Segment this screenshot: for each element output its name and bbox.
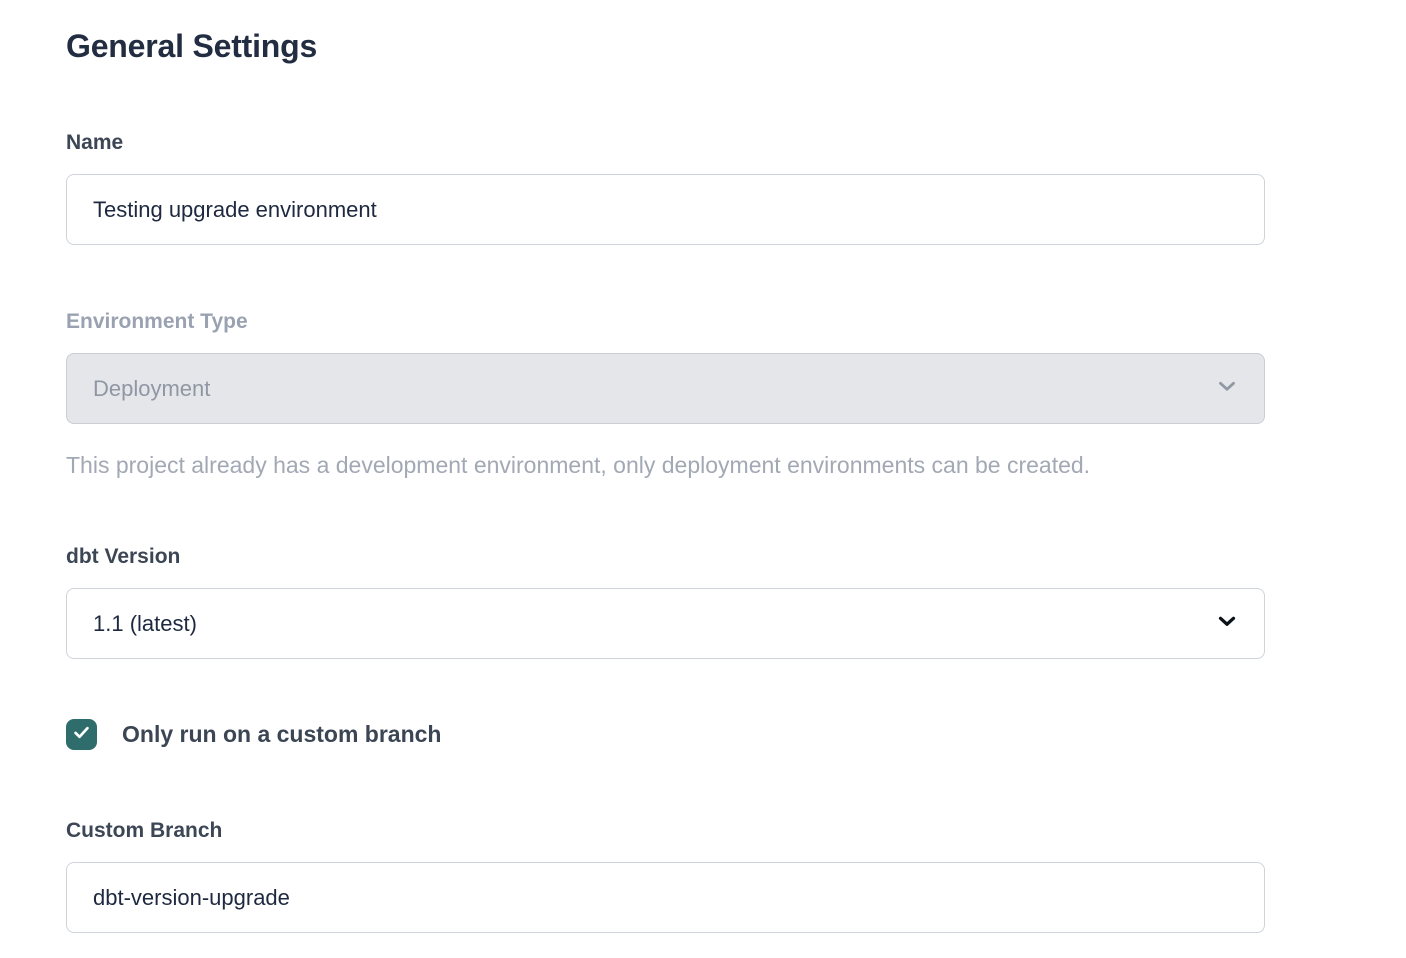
custom-branch-label: Custom Branch bbox=[66, 818, 1265, 844]
environment-type-label: Environment Type bbox=[66, 309, 1265, 335]
environment-type-value: Deployment bbox=[93, 376, 210, 402]
environment-type-help-text: This project already has a development e… bbox=[66, 450, 1265, 480]
environment-type-select: Deployment bbox=[66, 353, 1265, 424]
custom-branch-checkbox-row: Only run on a custom branch bbox=[66, 719, 1265, 750]
custom-branch-input[interactable] bbox=[66, 862, 1265, 933]
dbt-version-value: 1.1 (latest) bbox=[93, 611, 197, 637]
custom-branch-checkbox[interactable] bbox=[66, 719, 97, 750]
dbt-version-label: dbt Version bbox=[66, 544, 1265, 570]
name-input[interactable] bbox=[66, 174, 1265, 245]
dbt-version-select[interactable]: 1.1 (latest) bbox=[66, 588, 1265, 659]
chevron-down-icon bbox=[1214, 373, 1240, 405]
chevron-down-icon bbox=[1214, 608, 1240, 640]
checkmark-icon bbox=[72, 723, 91, 747]
name-field-label: Name bbox=[66, 130, 1265, 156]
custom-branch-checkbox-label[interactable]: Only run on a custom branch bbox=[122, 721, 441, 748]
general-settings-page: General Settings Name Environment Type D… bbox=[0, 0, 1406, 958]
page-title: General Settings bbox=[66, 26, 1265, 66]
